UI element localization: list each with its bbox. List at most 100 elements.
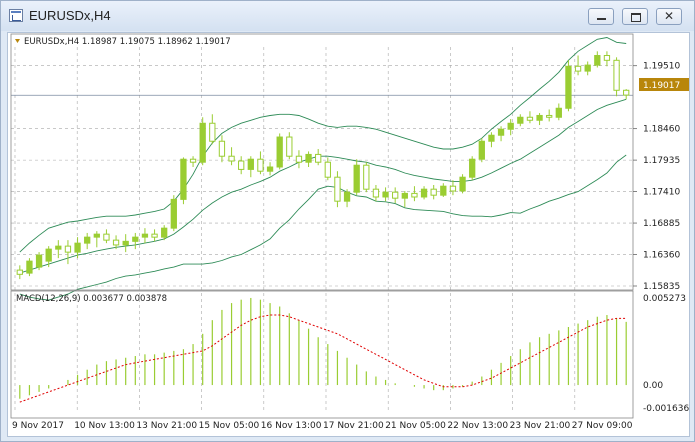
candle-body <box>74 242 81 253</box>
candle-body <box>199 122 206 163</box>
candle-body <box>247 158 254 170</box>
candle-body <box>469 158 476 178</box>
restore-button[interactable] <box>622 8 648 25</box>
macd-indicator <box>19 297 627 403</box>
candle-body <box>353 164 360 193</box>
candle-body <box>16 269 23 275</box>
candle-body <box>594 55 601 66</box>
candle-body <box>122 240 129 246</box>
candle-body <box>286 136 293 157</box>
candle-body <box>536 114 543 121</box>
candle-body <box>324 161 331 178</box>
price-panel-frame <box>10 33 634 291</box>
chart-window: EURUSDx,H4 ✕ 1.19510 1.18460 1.17935 1.1741… <box>0 0 695 442</box>
time-axis-label: 15 Nov 05:00 <box>199 421 260 431</box>
collapse-arrow-icon[interactable] <box>15 39 20 43</box>
candle-body <box>546 114 553 118</box>
candle-body <box>103 233 110 241</box>
candle-body <box>401 192 408 199</box>
price-scale-label: 1.18460 <box>643 125 680 135</box>
price-scale-label: 1.15835 <box>643 282 680 292</box>
candle-body <box>93 233 100 238</box>
price-scale-label: 1.17410 <box>643 188 680 198</box>
time-axis-label: 17 Nov 21:00 <box>323 421 384 431</box>
candle-body <box>613 59 620 91</box>
candle-body <box>315 153 322 163</box>
macd-scale-label: 0.00 <box>643 381 663 391</box>
candle-body <box>574 65 582 72</box>
price-scale-label: 1.17935 <box>643 156 680 166</box>
price-scale-label: 1.16885 <box>643 219 680 229</box>
price-scale-label: 1.19510 <box>643 62 680 72</box>
current-price-label: 1.19017 <box>643 81 680 91</box>
candle-body <box>189 158 197 163</box>
candle-body <box>411 192 418 198</box>
candle-body <box>478 140 485 160</box>
candle-body <box>132 236 139 242</box>
candle-body <box>526 116 534 121</box>
candle-body <box>209 122 216 142</box>
candle-body <box>555 107 562 118</box>
candle-body <box>497 128 505 136</box>
bollinger-bands <box>19 37 627 301</box>
candle-body <box>35 254 43 268</box>
time-axis-label: 9 Nov 2017 <box>12 421 64 431</box>
candle-body <box>64 245 72 253</box>
time-axis-label: 27 Nov 09:00 <box>572 421 633 431</box>
candle-body <box>151 233 158 238</box>
macd-header: MACD(12,26,9) 0.003677 0.003878 <box>16 294 167 304</box>
candle-body <box>295 155 303 163</box>
price-scale-label: 1.16360 <box>643 251 680 261</box>
candle-body <box>218 140 226 157</box>
candle-body <box>305 153 312 163</box>
macd-scale-label: 0.005273 <box>643 294 686 304</box>
band-upper-line <box>19 37 627 253</box>
macd-signal-line <box>19 314 627 403</box>
candle-body <box>430 188 437 196</box>
minimize-icon <box>589 9 613 24</box>
candle-body <box>112 239 120 246</box>
candle-body <box>238 160 245 170</box>
band-lower-line <box>19 154 627 301</box>
candle-body <box>257 158 264 172</box>
candle-body <box>584 64 591 72</box>
candle-body <box>141 233 149 238</box>
candle-body <box>84 236 91 244</box>
candle-body <box>228 155 235 162</box>
candle-body <box>170 198 177 229</box>
minimize-button[interactable] <box>588 8 614 25</box>
time-axis-label: 22 Nov 13:00 <box>447 421 508 431</box>
time-axis-label: 16 Nov 13:00 <box>261 421 322 431</box>
close-icon: ✕ <box>663 9 675 23</box>
candle-body <box>372 188 380 198</box>
candle-body <box>334 176 341 202</box>
candle-body <box>449 185 457 192</box>
candle-body <box>266 166 274 172</box>
candle-body <box>45 248 52 262</box>
candle-body <box>276 136 283 168</box>
close-button[interactable]: ✕ <box>656 8 682 25</box>
title-bar[interactable]: EURUSDx,H4 ✕ <box>1 1 694 31</box>
candle-body <box>180 158 187 200</box>
time-axis-label: 10 Nov 13:00 <box>74 421 135 431</box>
candle-body <box>440 185 447 196</box>
chart-area[interactable]: 1.19510 1.18460 1.17935 1.17410 1.16885 1.163… <box>7 32 690 437</box>
candle-body <box>55 245 62 250</box>
candle-body <box>488 134 495 142</box>
price-chart[interactable]: 1.19510 1.18460 1.17935 1.17410 1.16885 1.163… <box>8 33 689 436</box>
candle-body <box>161 227 168 238</box>
candle-body <box>603 55 611 61</box>
candle-body <box>623 89 630 96</box>
restore-icon <box>623 9 647 24</box>
candle-body <box>343 191 351 202</box>
time-axis-label: 13 Nov 21:00 <box>136 421 197 431</box>
macd-scale-label: -0.001636 <box>643 404 689 414</box>
candle-body <box>420 188 428 198</box>
candle-body <box>507 122 514 130</box>
chart-symbol-info: EURUSDx,H4 1.18987 1.19075 1.18962 1.190… <box>24 37 231 47</box>
band-middle-line <box>19 98 627 274</box>
time-axis-label: 21 Nov 05:00 <box>385 421 446 431</box>
candle-body <box>382 191 389 198</box>
candle-body <box>517 116 524 124</box>
window-title: EURUSDx,H4 <box>29 8 111 23</box>
